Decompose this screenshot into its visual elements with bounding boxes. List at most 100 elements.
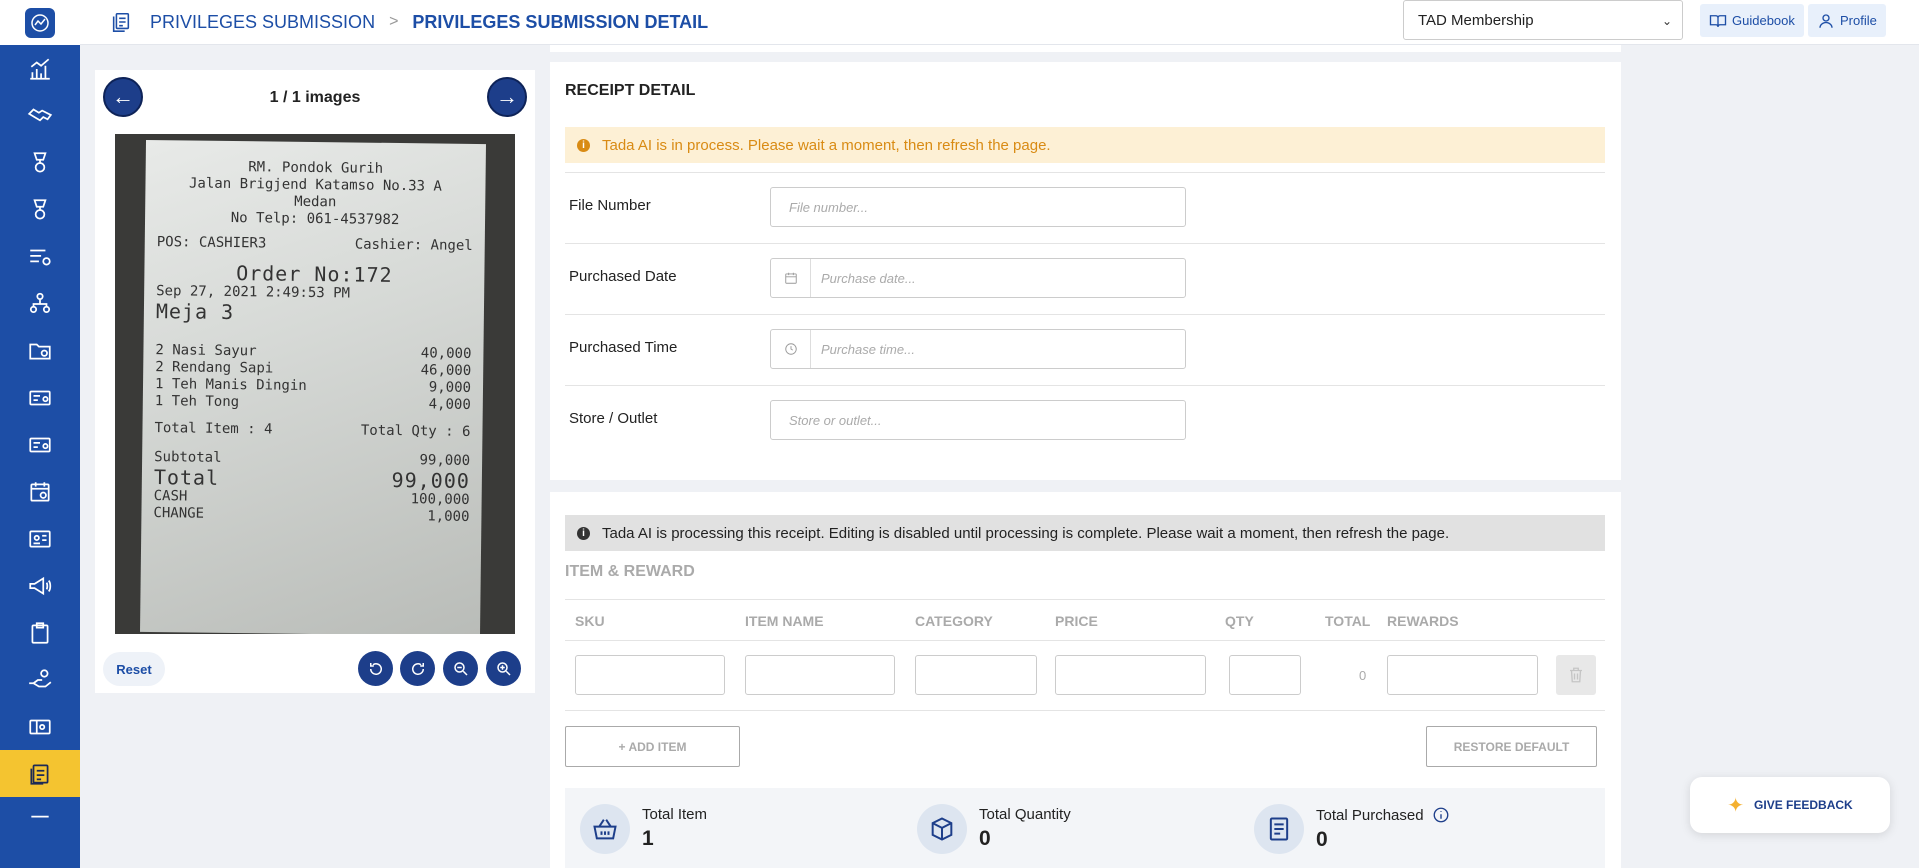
total-purchased-value: 0 (1316, 828, 1328, 851)
sidebar-item-card-rewards[interactable] (0, 421, 80, 468)
box-icon (931, 817, 953, 841)
receipt-cashier: Cashier: Angel (354, 236, 473, 254)
guidebook-button[interactable]: Guidebook (1700, 4, 1804, 37)
sidebar-item-tiers[interactable] (0, 186, 80, 233)
basket-icon (593, 819, 617, 840)
book-icon (1709, 14, 1727, 27)
image-viewer-panel: ← 1 / 1 images → RM. Pondok Gurih Jalan … (95, 70, 535, 693)
membership-select-value: TAD Membership (1418, 11, 1534, 29)
col-item-name: ITEM NAME (745, 613, 824, 629)
sidebar-item-dashboard[interactable] (0, 45, 80, 92)
store-outlet-input[interactable]: Store or outlet... (770, 400, 1186, 440)
more-icon (31, 815, 49, 818)
next-image-button[interactable]: → (487, 77, 527, 117)
profile-label: Profile (1840, 13, 1877, 28)
id-card-icon (29, 530, 51, 547)
store-outlet-label: Store / Outlet (569, 410, 658, 427)
zoom-in-button[interactable] (486, 651, 521, 686)
profile-button[interactable]: Profile (1808, 4, 1886, 37)
sidebar-item-more[interactable] (0, 797, 80, 844)
calendar-icon (784, 272, 797, 284)
total-quantity-label: Total Quantity (979, 806, 1071, 823)
sidebar-item-campaigns[interactable] (0, 562, 80, 609)
purchased-time-row: Purchased Time Purchase time... (565, 314, 1605, 385)
table-row: 0 (565, 641, 1605, 711)
sidebar-item-tasks[interactable] (0, 609, 80, 656)
receipt-total-qty: Total Qty : 6 (360, 422, 471, 440)
chevron-down-icon: ⌄ (1661, 14, 1672, 28)
receipt-detail-title: RECEIPT DETAIL (565, 82, 696, 99)
add-item-button[interactable]: + ADD ITEM (565, 726, 740, 767)
card-settings-icon (29, 390, 51, 405)
sidebar-item-redeem[interactable] (0, 656, 80, 703)
price-input[interactable] (1055, 655, 1206, 695)
total-item-value: 1 (642, 827, 654, 850)
rotate-left-icon (369, 662, 382, 675)
document-icon (112, 12, 130, 32)
info-icon: i (577, 526, 590, 540)
breadcrumb-privileges-submission[interactable]: PRIVILEGES SUBMISSION (150, 12, 375, 33)
give-feedback-button[interactable]: ✦ GIVE FEEDBACK (1690, 777, 1890, 833)
sidebar-item-rules[interactable] (0, 233, 80, 280)
handshake-icon (27, 107, 53, 121)
receipt-total: 99,000 (391, 467, 471, 493)
sidebar-item-privileges-submission[interactable] (0, 750, 80, 797)
category-input[interactable] (915, 655, 1037, 695)
app-logo[interactable] (0, 0, 80, 45)
qty-input[interactable] (1229, 655, 1301, 695)
col-rewards: REWARDS (1387, 613, 1459, 629)
receipt-icon (1269, 817, 1289, 841)
receipt-image[interactable]: RM. Pondok Gurih Jalan Brigjend Katamso … (115, 134, 515, 634)
membership-select[interactable]: TAD Membership ⌄ (1403, 0, 1683, 40)
restore-default-button[interactable]: RESTORE DEFAULT (1426, 726, 1597, 767)
megaphone-icon (29, 576, 52, 595)
sidebar-item-awards[interactable] (0, 139, 80, 186)
list-settings-icon (30, 249, 51, 265)
delete-row-button[interactable] (1556, 655, 1596, 695)
receipt-total-item: Total Item : 4 (154, 420, 273, 438)
receipt-cash: 100,000 (410, 491, 470, 508)
sidebar-item-partners[interactable] (0, 92, 80, 139)
ai-processing-warning: i Tada AI is in process. Please wait a m… (565, 127, 1605, 163)
clipboard-icon (31, 621, 49, 644)
folder-settings-icon (29, 343, 51, 359)
breadcrumb-separator: > (389, 13, 399, 30)
sidebar-item-members[interactable] (0, 515, 80, 562)
total-quantity-summary: Total Quantity 0 (917, 804, 1071, 854)
zoom-out-button[interactable] (443, 651, 478, 686)
item-name-input[interactable] (745, 655, 895, 695)
sidebar-item-hierarchy[interactable] (0, 280, 80, 327)
guidebook-label: Guidebook (1732, 13, 1795, 28)
col-qty: QTY (1225, 613, 1254, 629)
purchased-time-label: Purchased Time (569, 339, 678, 356)
breadcrumb: PRIVILEGES SUBMISSION > PRIVILEGES SUBMI… (110, 11, 708, 33)
image-count: 1 / 1 images (269, 89, 361, 106)
note-text: Tada AI is processing this receipt. Edit… (602, 524, 1450, 542)
row-total: 0 (1359, 668, 1367, 683)
reset-button[interactable]: Reset (103, 652, 165, 686)
trash-icon (1570, 667, 1582, 683)
rewards-input[interactable] (1387, 655, 1538, 695)
receipt-phone: No Telp: 061-4537982 (230, 209, 400, 229)
rotate-left-button[interactable] (358, 651, 393, 686)
sidebar-item-vouchers[interactable] (0, 703, 80, 750)
rotate-right-icon (411, 662, 424, 675)
sidebar-item-events[interactable] (0, 468, 80, 515)
award-icon (33, 151, 47, 173)
sku-input[interactable] (575, 655, 725, 695)
file-number-input[interactable]: File number... (770, 187, 1186, 227)
total-purchased-label: Total Purchased (1316, 806, 1424, 824)
logo-icon (31, 13, 49, 32)
sidebar-item-cards[interactable] (0, 374, 80, 421)
col-price: PRICE (1055, 613, 1098, 629)
card-star-icon (29, 437, 51, 452)
receipt-lines: 2 Nasi Sayur 40,000 2 Rendang Sapi 46,000 … (155, 342, 472, 414)
sidebar-item-catalog[interactable] (0, 327, 80, 374)
purchased-time-input[interactable]: Purchase time... (770, 329, 1186, 369)
rotate-right-button[interactable] (400, 651, 435, 686)
total-quantity-value: 0 (979, 827, 991, 850)
total-purchased-summary: Total Purchased 0 (1254, 804, 1450, 854)
chart-icon (30, 58, 50, 80)
info-circle-icon[interactable] (1432, 806, 1450, 824)
purchased-date-input[interactable]: Purchase date... (770, 258, 1186, 298)
